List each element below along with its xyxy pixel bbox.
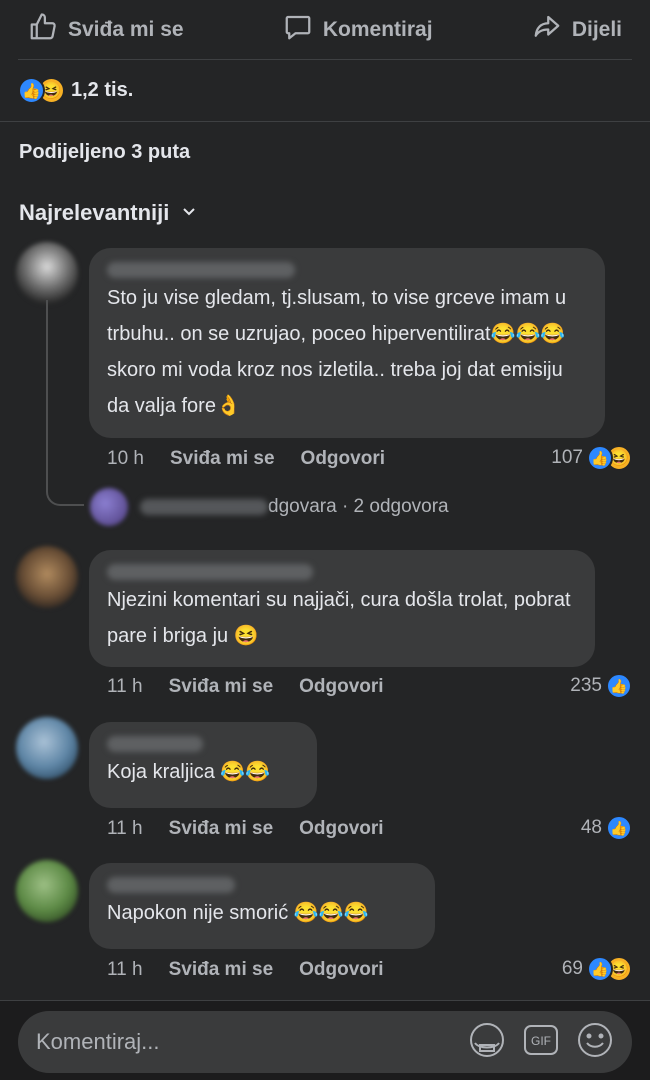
comment-meta: 11 h Sviđa mi se Odgovori [107, 676, 410, 698]
comment-reaction-count: 48 [580, 817, 602, 838]
like-button[interactable]: Sviđa mi se [18, 12, 194, 48]
avatar[interactable] [16, 242, 78, 304]
comment-button-label: Komentiraj [322, 17, 433, 41]
avatar[interactable] [16, 546, 78, 608]
comment-author[interactable] [107, 564, 313, 580]
comment-bubble[interactable]: Njezini komentari su najjači, cura došla… [89, 550, 595, 667]
like-reaction-icon: 👍 [587, 445, 613, 471]
comment-text: Sto ju vise gledam, tj.slusam, to vise g… [107, 287, 567, 417]
comment-composer[interactable]: Komentiraj... GIF [18, 1011, 632, 1073]
avatar[interactable] [16, 860, 78, 922]
comment-time: 11 h [107, 959, 143, 980]
comment-meta: 11 h Sviđa mi se Odgovori [107, 818, 410, 840]
like-reaction-icon: 👍 [587, 956, 613, 982]
comment-reply-button[interactable]: Odgovori [299, 959, 383, 981]
avatar[interactable] [16, 717, 78, 779]
comment-reactions[interactable]: 235 👍 [570, 673, 632, 699]
comment-author[interactable] [107, 262, 295, 278]
reply-author [140, 499, 268, 515]
comment-meta: 10 h Sviđa mi se Odgovori [107, 448, 411, 470]
comment-reaction-count: 69 [561, 958, 583, 979]
like-button-label: Sviđa mi se [68, 17, 184, 41]
share-arrow-icon [532, 12, 562, 48]
comment-sort-dropdown[interactable]: Najrelevantniji [19, 200, 197, 226]
comment-reply-button[interactable]: Odgovori [301, 448, 385, 470]
comment-author[interactable] [107, 736, 203, 752]
like-reaction-icon: 👍 [18, 77, 45, 104]
share-count[interactable]: Podijeljeno 3 puta [19, 141, 190, 164]
reaction-icons: 👍 😆 [18, 77, 65, 104]
composer-icons: GIF [468, 1021, 614, 1064]
comment-meta: 11 h Sviđa mi se Odgovori [107, 959, 410, 981]
comment-reply-button[interactable]: Odgovori [299, 676, 383, 698]
gif-icon[interactable]: GIF [522, 1021, 560, 1064]
comment-reaction-count: 235 [570, 675, 602, 696]
comment-bubble[interactable]: Koja kraljica 😂😂 [89, 722, 317, 808]
comment-time: 11 h [107, 676, 143, 697]
sticker-icon[interactable] [468, 1021, 506, 1064]
comment-reactions[interactable]: 107 👍 😆 [551, 445, 632, 471]
comment-reactions[interactable]: 69 👍 😆 [562, 956, 632, 982]
comment-like-button[interactable]: Sviđa mi se [170, 448, 275, 470]
comment-like-button[interactable]: Sviđa mi se [169, 676, 274, 698]
comment-reaction-count: 107 [551, 447, 583, 468]
like-reaction-icon: 👍 [606, 673, 632, 699]
like-reaction-icon: 👍 [606, 815, 632, 841]
reply-thread-line [46, 300, 84, 506]
comment-text: Njezini komentari su najjači, cura došla… [107, 589, 571, 647]
comment-reply-button[interactable]: Odgovori [299, 818, 383, 840]
chevron-down-icon [181, 200, 197, 226]
emoji-icon[interactable] [576, 1021, 614, 1064]
comment-text: Napokon nije smorić 😂😂😂 [107, 902, 369, 924]
thumbs-up-icon [28, 12, 58, 48]
svg-text:GIF: GIF [531, 1034, 551, 1048]
comment-author[interactable] [107, 877, 235, 893]
comment-time: 11 h [107, 818, 143, 839]
comment-bubble[interactable]: Napokon nije smorić 😂😂😂 [89, 863, 435, 949]
comment-reactions[interactable]: 48 👍 [581, 815, 632, 841]
reply-summary: dgovara · 2 odgovora [268, 496, 449, 517]
post-action-bar: Sviđa mi se Komentiraj Dijeli [18, 0, 632, 60]
reaction-count: 1,2 tis. [71, 79, 134, 101]
avatar [90, 488, 128, 526]
comment-bubble-icon [283, 12, 313, 48]
share-button-label: Dijeli [571, 17, 622, 41]
comment-bubble[interactable]: Sto ju vise gledam, tj.slusam, to vise g… [89, 248, 605, 438]
sort-label: Najrelevantniji [19, 200, 170, 225]
share-button[interactable]: Dijeli [522, 12, 632, 48]
comment-like-button[interactable]: Sviđa mi se [169, 818, 274, 840]
reaction-summary[interactable]: 👍 😆 1,2 tis. [0, 60, 650, 122]
comment-input[interactable]: Komentiraj... [36, 1029, 468, 1055]
comment-text: Koja kraljica 😂😂 [107, 761, 271, 783]
comment-button[interactable]: Komentiraj [273, 12, 443, 48]
comment-like-button[interactable]: Sviđa mi se [169, 959, 274, 981]
view-replies-link[interactable]: dgovara · 2 odgovora [90, 488, 449, 526]
comment-time: 10 h [107, 448, 144, 469]
